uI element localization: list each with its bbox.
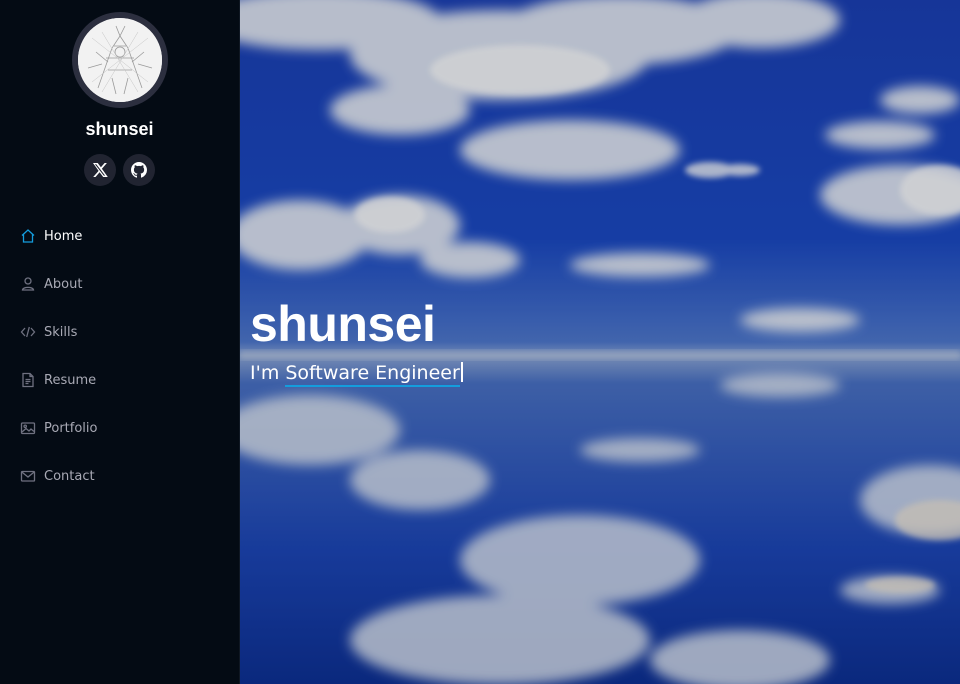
code-icon [20, 324, 36, 340]
x-twitter-icon [93, 163, 108, 177]
house-icon [20, 228, 36, 244]
profile: shunsei [0, 0, 239, 186]
nav-label-skills: Skills [44, 324, 78, 340]
typed-role-text: Software Engineer [285, 362, 460, 387]
social-links [0, 154, 239, 186]
hero-prefix: I'm [250, 362, 286, 384]
hero-content: shunsei I'm Software Engineer [250, 292, 463, 387]
profile-name[interactable]: shunsei [0, 118, 239, 140]
nav-label-portfolio: Portfolio [44, 420, 98, 436]
hero-subtitle: I'm Software Engineer [250, 360, 463, 387]
person-icon [20, 276, 36, 292]
nav-item-home[interactable]: Home [20, 212, 239, 260]
nav-label-contact: Contact [44, 468, 95, 484]
nav-item-resume[interactable]: Resume [20, 356, 239, 404]
nav-menu: Home About Skills Resume Portfolio Conta… [0, 212, 239, 500]
hero-section: shunsei I'm Software Engineer [240, 0, 960, 684]
nav-item-contact[interactable]: Contact [20, 452, 239, 500]
avatar [71, 12, 168, 108]
github-link[interactable] [123, 154, 155, 186]
nav-item-about[interactable]: About [20, 260, 239, 308]
envelope-icon [20, 468, 36, 484]
github-icon [131, 162, 147, 178]
images-icon [20, 420, 36, 436]
typing-cursor [460, 362, 463, 382]
file-text-icon [20, 372, 36, 388]
avatar-sketch-image [77, 18, 162, 102]
nav-label-about: About [44, 276, 83, 292]
nav-item-skills[interactable]: Skills [20, 308, 239, 356]
sidebar: shunsei Home About Skills Resume Portfol… [0, 0, 240, 684]
nav-label-resume: Resume [44, 372, 97, 388]
hero-title: shunsei [250, 296, 436, 352]
nav-item-portfolio[interactable]: Portfolio [20, 404, 239, 452]
twitter-x-link[interactable] [84, 154, 116, 186]
nav-label-home: Home [44, 228, 83, 244]
